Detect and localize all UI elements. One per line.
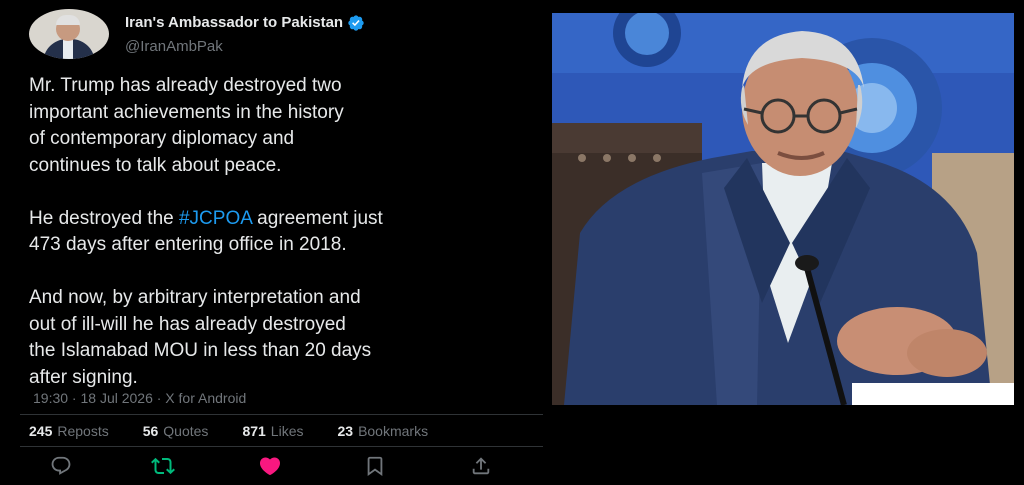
bookmark-icon	[367, 456, 383, 477]
share-button[interactable]	[468, 454, 494, 478]
tweet-line: the Islamabad MOU in less than 20 days	[29, 340, 372, 361]
tweet-line: out of ill-will he has already destroyed	[29, 313, 346, 335]
tweet-paragraph-3: And now, by arbitrary interpretation and…	[29, 285, 529, 391]
tweet-line: after signing.	[29, 366, 138, 388]
share-icon	[472, 457, 490, 475]
divider	[20, 414, 543, 415]
heart-icon	[259, 457, 281, 476]
stat-likes[interactable]: 871 Likes	[242, 423, 303, 439]
tweet-paragraph-2: He destroyed the #JCPOA agreement just 4…	[29, 206, 529, 259]
reply-button[interactable]	[48, 454, 74, 478]
divider	[20, 446, 543, 447]
tweet-actions	[46, 454, 506, 478]
retweet-icon	[151, 457, 175, 475]
stat-count: 245	[29, 423, 53, 439]
tweet-line: continues to talk about peace.	[29, 154, 282, 176]
tweet-text-segment: agreement just	[251, 207, 383, 229]
bookmark-button[interactable]	[362, 454, 388, 478]
stat-label: Reposts	[57, 423, 109, 439]
handle[interactable]: @IranAmbPak	[125, 38, 365, 55]
reply-icon	[51, 456, 71, 475]
stat-label: Bookmarks	[358, 423, 429, 439]
tweet-line: 473 days after entering office in 2018.	[29, 234, 347, 255]
stat-count: 56	[142, 423, 159, 439]
tweet-line: important achievements in the history	[29, 101, 344, 123]
tweet-text: Mr. Trump has already destroyed two impo…	[29, 73, 529, 391]
stat-count: 871	[242, 423, 266, 439]
stat-label: Quotes	[163, 423, 209, 439]
like-button[interactable]	[257, 454, 283, 478]
display-name[interactable]: Iran's Ambassador to Pakistan	[125, 14, 343, 31]
tweet-line: Mr. Trump has already destroyed two	[29, 75, 342, 96]
display-name-row: Iran's Ambassador to Pakistan	[125, 14, 365, 32]
retweet-button[interactable]	[150, 454, 176, 478]
stat-count: 23	[337, 423, 354, 439]
verified-badge-icon	[348, 14, 364, 31]
tweet-panel: Iran's Ambassador to Pakistan @IranAmbPa…	[0, 0, 548, 485]
tweet-header: Iran's Ambassador to Pakistan @IranAmbPa…	[29, 9, 365, 59]
stat-bookmarks[interactable]: 23 Bookmarks	[337, 423, 428, 439]
engagement-stats: 245 Reposts 56 Quotes 871 Likes 23 Bookm…	[29, 423, 462, 439]
tweet-paragraph-1: Mr. Trump has already destroyed two impo…	[29, 73, 529, 179]
tweet-line: of contemporary diplomacy and	[29, 128, 295, 149]
stat-reposts[interactable]: 245 Reposts	[29, 423, 109, 439]
hashtag-link[interactable]: #JCPOA	[179, 208, 252, 229]
avatar[interactable]	[29, 9, 109, 59]
tweet-timestamp[interactable]: 19:30 · 18 Jul 2026 · X for Android	[33, 390, 246, 406]
attached-photo[interactable]	[552, 13, 1014, 405]
tweet-text-segment: He destroyed the	[29, 207, 179, 229]
stat-quotes[interactable]: 56 Quotes	[143, 423, 209, 439]
tweet-line: And now, by arbitrary interpretation and	[29, 287, 361, 308]
stat-label: Likes	[270, 423, 304, 439]
ambassador-photo	[552, 13, 1014, 405]
user-meta: Iran's Ambassador to Pakistan @IranAmbPa…	[125, 14, 365, 55]
